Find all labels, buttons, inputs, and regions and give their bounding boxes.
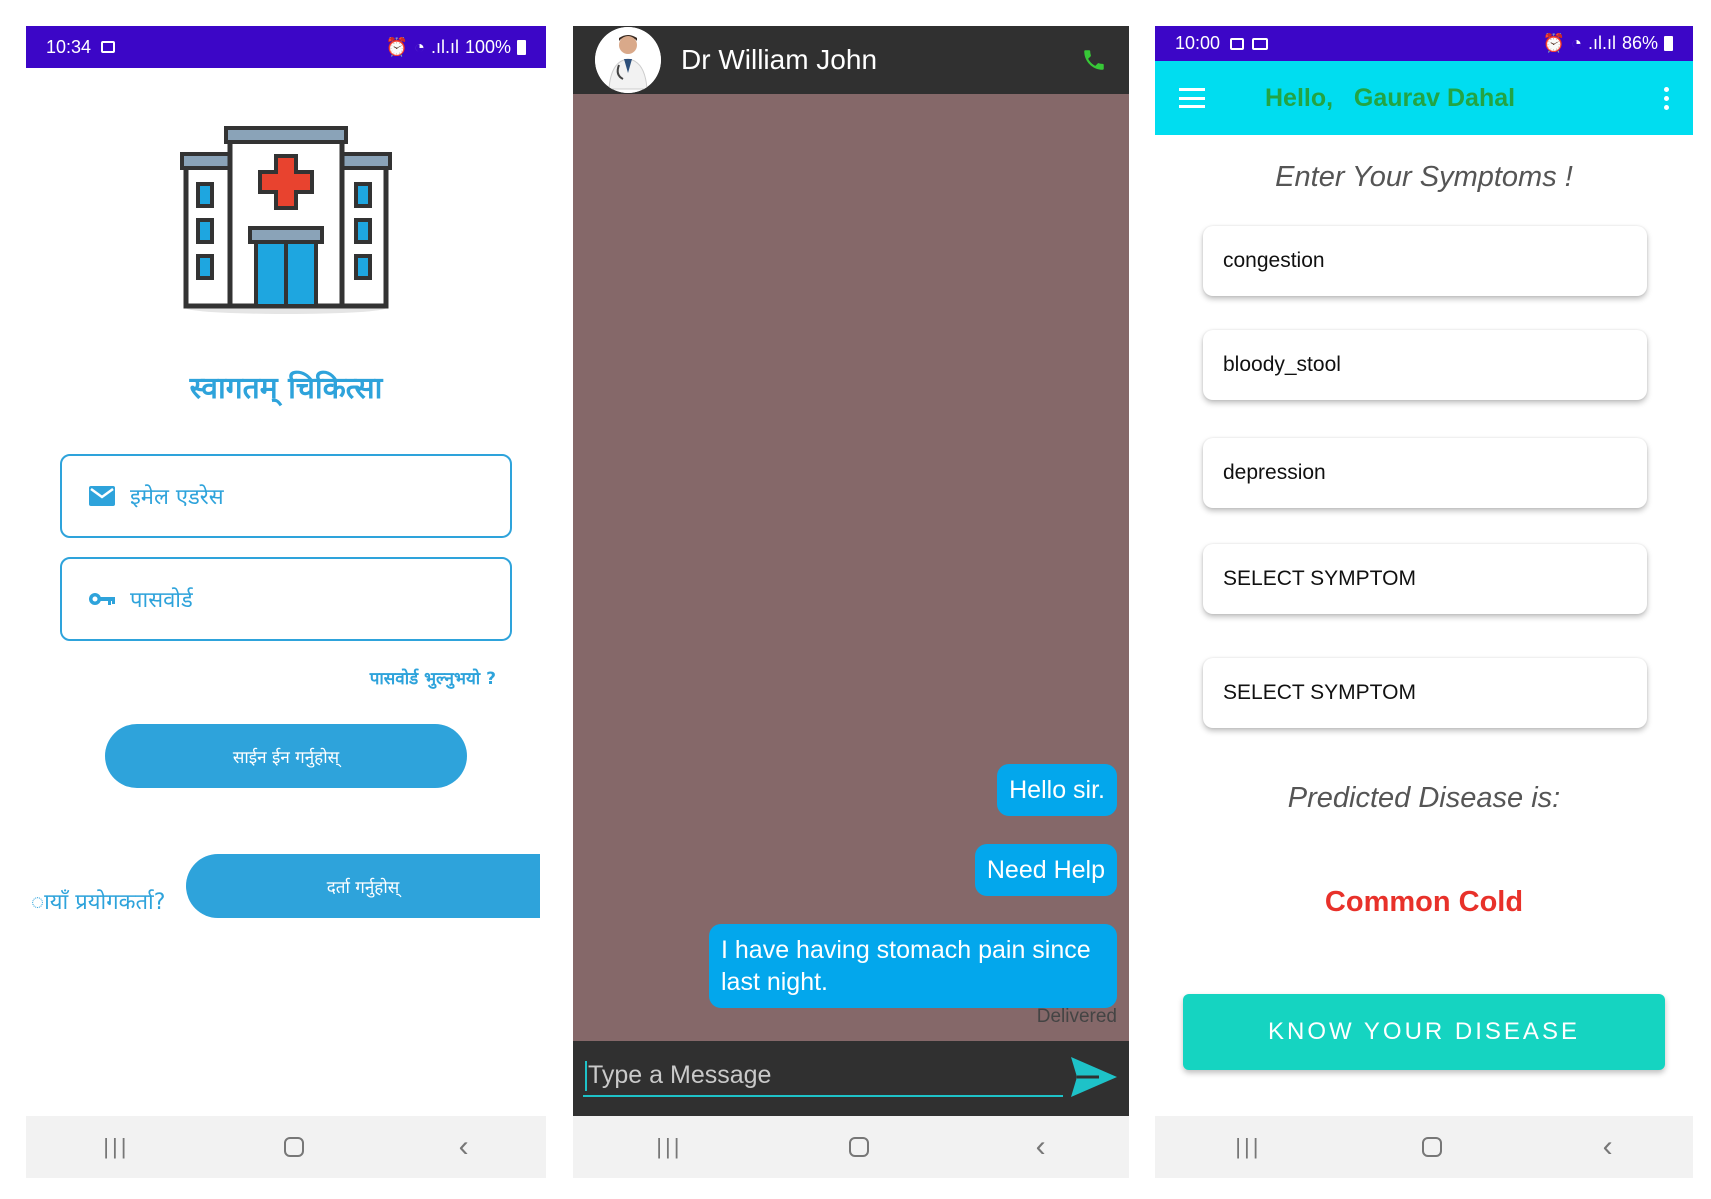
email-placeholder: इमेल एडरेस	[130, 485, 224, 510]
recent-apps-icon[interactable]: |||	[656, 1134, 682, 1160]
call-icon[interactable]	[1081, 47, 1107, 73]
signal-icon: .ıl.ıl	[430, 36, 459, 57]
new-user-label: ायाँ प्रयोगकर्ता?	[31, 890, 166, 915]
hospital-logo-icon	[176, 116, 396, 321]
battery-percent: 86%	[1621, 33, 1658, 53]
more-options-icon[interactable]	[1664, 86, 1669, 110]
message-input[interactable]: Type a Message	[583, 1053, 1063, 1097]
gallery-icon	[101, 41, 116, 53]
back-icon[interactable]: ‹	[1603, 1130, 1613, 1164]
symptom-field[interactable]: congestion	[1203, 226, 1647, 296]
laptop-icon	[1252, 37, 1269, 50]
key-icon	[89, 593, 115, 605]
wifi-icon: ◔	[414, 36, 425, 57]
battery-icon	[1664, 36, 1673, 51]
chat-screen: Dr William John Hello sir. Need Help I h…	[573, 26, 1129, 1178]
email-icon	[89, 486, 115, 506]
symptom-field[interactable]: depression	[1203, 438, 1647, 508]
password-field[interactable]: पासवोर्ड	[60, 557, 512, 641]
navigation-bar: ||| ‹	[573, 1116, 1129, 1178]
know-disease-button[interactable]: KNOW YOUR DISEASE	[1183, 994, 1665, 1070]
battery-percent: 100%	[464, 36, 511, 57]
gallery-icon	[1230, 37, 1245, 50]
greeting-title: Hello, Gaurav Dahal	[1265, 83, 1516, 112]
message-bubble: I have having stomach pain since last ni…	[709, 924, 1117, 1008]
predicted-disease: Common Cold	[1324, 886, 1524, 918]
navigation-bar: ||| ‹	[1155, 1116, 1693, 1178]
symptom-field[interactable]: bloody_stool	[1203, 330, 1647, 400]
alarm-icon: ⏰	[1542, 33, 1566, 53]
password-placeholder: पासवोर्ड	[130, 588, 193, 613]
recent-apps-icon[interactable]: |||	[1235, 1134, 1261, 1160]
message-bubble: Hello sir.	[997, 764, 1117, 816]
battery-icon	[517, 39, 526, 55]
status-time: 10:34	[46, 36, 92, 57]
wifi-icon: ◔	[1571, 33, 1582, 53]
login-screen: 10:34 ⏰ ◔ .ıl.ıl 100% स्वागतम् चिकित्सा …	[26, 26, 546, 1178]
contact-name: Dr William John	[681, 44, 878, 75]
doctor-avatar[interactable]	[595, 27, 661, 93]
symptom-select[interactable]: SELECT SYMPTOM	[1203, 544, 1647, 614]
email-field[interactable]: इमेल एडरेस	[60, 454, 512, 538]
send-icon[interactable]	[1069, 1055, 1119, 1099]
chat-header: Dr William John	[573, 26, 1129, 94]
home-icon[interactable]	[849, 1137, 870, 1157]
message-placeholder: Type a Message	[588, 1061, 772, 1089]
forgot-password-link[interactable]: पासवोर्ड भुल्नुभयो ?	[370, 666, 496, 689]
message-input-bar: Type a Message	[573, 1041, 1129, 1119]
symptoms-heading: Enter Your Symptoms !	[1275, 161, 1573, 193]
symptom-screen: 10:00 ⏰ ◔ .ıl.ıl 86% Hello, Gaurav Dahal…	[1155, 26, 1693, 1178]
recent-apps-icon[interactable]: |||	[103, 1134, 129, 1160]
message-bubble: Need Help	[974, 844, 1117, 896]
signal-icon: .ıl.ıl	[1587, 33, 1616, 53]
app-bar: Hello, Gaurav Dahal	[1155, 61, 1693, 135]
welcome-title: स्वागतम् चिकित्सा	[189, 371, 383, 406]
back-icon[interactable]: ‹	[1036, 1130, 1046, 1164]
home-icon[interactable]	[1422, 1137, 1443, 1157]
delivery-status: Delivered	[1036, 1006, 1117, 1027]
status-time: 10:00	[1175, 33, 1221, 53]
status-bar: 10:34 ⏰ ◔ .ıl.ıl 100%	[26, 26, 546, 68]
sign-in-button[interactable]: साईन ईन गर्नुहोस्	[105, 724, 467, 788]
menu-icon[interactable]	[1179, 88, 1205, 108]
home-icon[interactable]	[284, 1137, 305, 1157]
predicted-label: Predicted Disease is:	[1287, 782, 1561, 814]
navigation-bar: ||| ‹	[26, 1116, 546, 1178]
status-bar: 10:00 ⏰ ◔ .ıl.ıl 86%	[1155, 26, 1693, 61]
alarm-icon: ⏰	[385, 36, 409, 57]
back-icon[interactable]: ‹	[459, 1130, 469, 1164]
symptom-select[interactable]: SELECT SYMPTOM	[1203, 658, 1647, 728]
register-button[interactable]: दर्ता गर्नुहोस्	[186, 854, 540, 918]
